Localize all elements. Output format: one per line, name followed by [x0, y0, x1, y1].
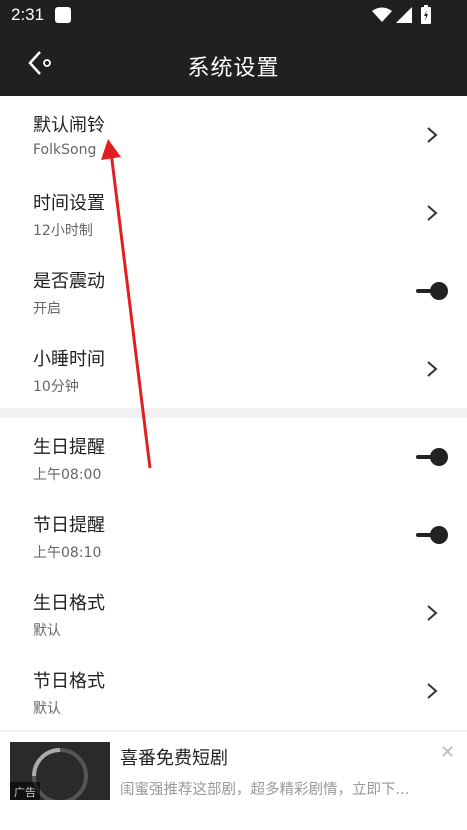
settings-item-label: 是否震动 [33, 271, 105, 292]
settings-item[interactable]: 时间设置 12小时制 [0, 174, 467, 252]
settings-item-value: 10分钟 [33, 379, 79, 395]
settings-item-label: 默认闹铃 [33, 115, 105, 136]
status-bar: 2:31 [0, 0, 467, 30]
battery-icon [421, 5, 431, 24]
chevron-right-icon [427, 127, 438, 143]
settings-item-value: FolkSong [33, 142, 97, 158]
settings-item-label: 生日提醒 [33, 437, 105, 458]
ad-banner[interactable]: 广告 喜番免费短剧 闺蜜强推荐这部剧，超多精彩剧情，立即下... ✕ [0, 732, 467, 830]
ad-description[interactable]: 闺蜜强推荐这部剧，超多精彩剧情，立即下... [120, 778, 430, 799]
toggle-switch[interactable] [414, 446, 450, 468]
settings-item-label: 节日格式 [33, 671, 105, 692]
ad-badge: 广告 [10, 782, 40, 800]
toggle-switch[interactable] [414, 524, 450, 546]
settings-item-label: 生日格式 [33, 593, 105, 614]
toggle-switch[interactable] [414, 280, 450, 302]
settings-group-2: 生日提醒 上午08:00 节日提醒 上午08:10 生日格式 默认 节日格式 默认 [0, 418, 467, 730]
page-title: 系统设置 [187, 56, 280, 81]
settings-item[interactable]: 生日提醒上午08:00 [0, 418, 467, 496]
settings-item-label: 小睡时间 [33, 349, 105, 370]
settings-item-value: 开启 [33, 301, 61, 317]
ad-thumbnail[interactable]: 广告 [10, 742, 110, 800]
settings-item-value: 上午08:10 [33, 545, 102, 561]
chevron-right-icon [427, 205, 438, 221]
settings-group-1: 默认闹铃 FolkSong 时间设置 12小时制是否震动开启小睡时间 10分钟 [0, 96, 467, 408]
ad-title[interactable]: 喜番免费短剧 [120, 744, 228, 770]
settings-item-label: 时间设置 [33, 193, 105, 214]
wifi-icon [372, 7, 392, 22]
chevron-right-icon [427, 683, 438, 699]
signal-icon [396, 7, 412, 23]
settings-item[interactable]: 小睡时间 10分钟 [0, 330, 467, 408]
settings-item[interactable]: 节日格式 默认 [0, 652, 467, 730]
settings-item-value: 默认 [33, 623, 61, 639]
app-header: 系统设置 [0, 30, 467, 96]
settings-item[interactable]: 默认闹铃 FolkSong [0, 96, 467, 174]
settings-item[interactable]: 生日格式 默认 [0, 574, 467, 652]
close-icon[interactable]: ✕ [440, 742, 455, 763]
chevron-right-icon [427, 605, 438, 621]
settings-item[interactable]: 节日提醒上午08:10 [0, 496, 467, 574]
status-time: 2:31 [11, 5, 45, 24]
settings-item-value: 12小时制 [33, 223, 93, 239]
chevron-right-icon [427, 361, 438, 377]
settings-item-label: 节日提醒 [33, 515, 105, 536]
settings-item-value: 上午08:00 [33, 467, 102, 483]
notification-icon [55, 7, 71, 23]
settings-item-value: 默认 [33, 701, 61, 717]
settings-item[interactable]: 是否震动 开启 [0, 252, 467, 330]
